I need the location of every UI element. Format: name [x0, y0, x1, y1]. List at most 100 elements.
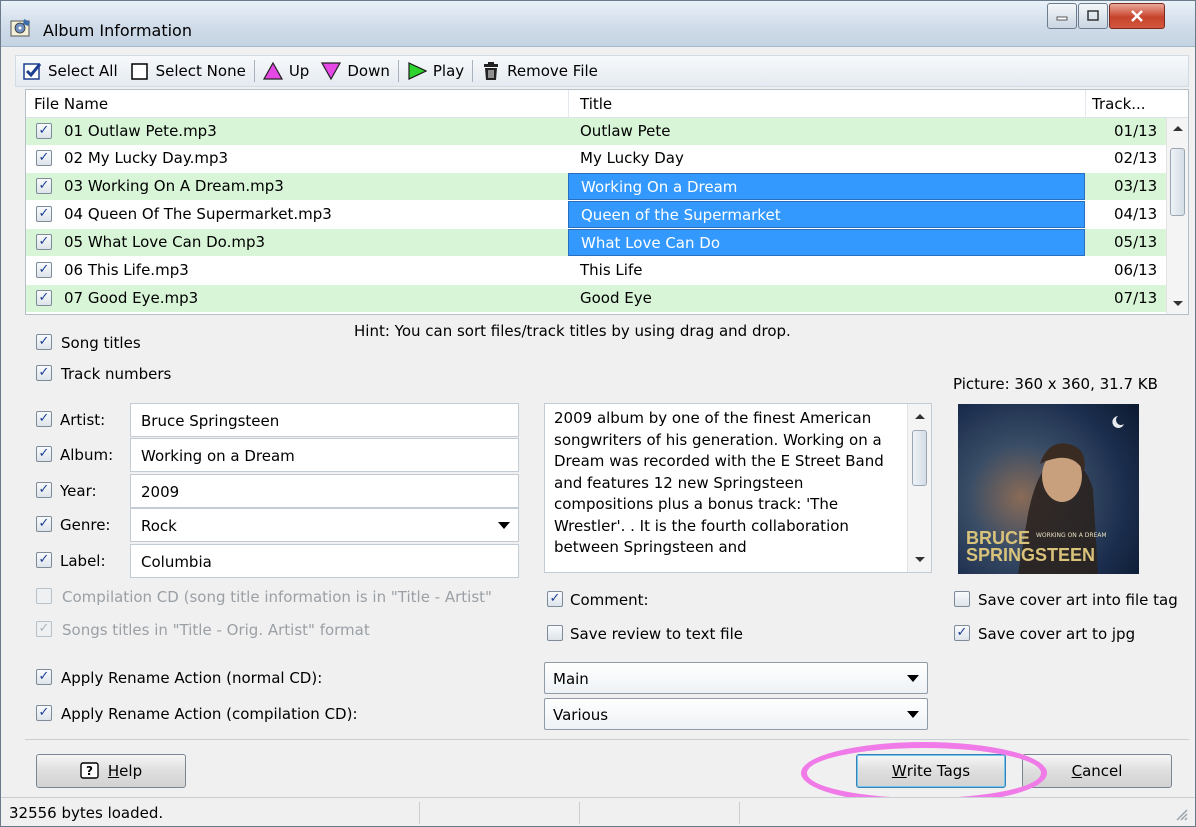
comment-label[interactable]: Comment: — [570, 591, 649, 609]
scroll-up-arrow-icon[interactable] — [1172, 124, 1184, 132]
down-button[interactable]: Down — [315, 56, 396, 86]
artist-checkbox[interactable]: ✓ — [36, 411, 52, 427]
title-cell[interactable]: Outlaw Pete — [580, 122, 670, 140]
scroll-down-arrow-icon[interactable] — [914, 556, 926, 564]
selected-title-cell[interactable]: What Love Can Do — [568, 229, 1085, 256]
rename-compilation-dropdown[interactable]: Various — [544, 698, 928, 730]
track-cell[interactable]: 02/13 — [1114, 149, 1157, 167]
close-button[interactable] — [1109, 3, 1165, 29]
label-field[interactable]: Columbia — [130, 544, 519, 578]
artist-field[interactable]: Bruce Springsteen — [130, 403, 519, 437]
row-checkbox[interactable]: ✓ — [36, 150, 52, 166]
title-cell[interactable]: My Lucky Day — [580, 149, 684, 167]
column-header-track[interactable]: Track... — [1092, 95, 1146, 113]
select-all-button[interactable]: Select All — [16, 56, 124, 86]
column-divider[interactable] — [1085, 90, 1086, 118]
status-pane-divider — [419, 802, 420, 824]
write-tags-button[interactable]: Write Tags — [856, 754, 1006, 788]
list-item[interactable]: ✓ 04 Queen Of The Supermarket.mp3 Queen … — [26, 201, 1168, 228]
year-field[interactable]: 2009 — [130, 474, 519, 508]
save-cover-tags-checkbox[interactable] — [954, 591, 970, 607]
save-cover-tags-label[interactable]: Save cover art into file tag — [978, 591, 1178, 609]
rename-compilation-value: Various — [553, 706, 609, 724]
title-bar[interactable]: Album Information — [1, 1, 1195, 47]
list-item[interactable]: ✓ 07 Good Eye.mp3 Good Eye 07/13 — [26, 285, 1168, 312]
track-cell[interactable]: 06/13 — [1114, 261, 1157, 279]
selected-title-cell[interactable]: Working On a Dream — [568, 173, 1085, 200]
rename-normal-checkbox[interactable]: ✓ — [36, 669, 52, 685]
list-item[interactable]: ✓ 06 This Life.mp3 This Life 06/13 — [26, 257, 1168, 284]
save-review-label[interactable]: Save review to text file — [570, 625, 743, 643]
row-checkbox[interactable]: ✓ — [36, 262, 52, 278]
scroll-up-arrow-icon[interactable] — [914, 412, 926, 420]
save-cover-jpg-label[interactable]: Save cover art to jpg — [978, 625, 1135, 643]
file-list-scrollbar[interactable] — [1166, 118, 1188, 314]
title-cell[interactable]: Good Eye — [580, 289, 652, 307]
column-divider[interactable] — [568, 90, 569, 118]
toolbar: Select All Select None Up Down Play Remo… — [15, 55, 1189, 87]
list-item[interactable]: ✓ 03 Working On A Dream.mp3 Working On a… — [26, 173, 1168, 200]
compilation-cd-checkbox[interactable] — [36, 588, 52, 604]
list-item[interactable]: ✓ 01 Outlaw Pete.mp3 Outlaw Pete 01/13 — [26, 118, 1168, 145]
save-review-checkbox[interactable] — [547, 625, 563, 641]
row-checkbox[interactable]: ✓ — [36, 290, 52, 306]
rename-normal-label[interactable]: Apply Rename Action (normal CD): — [61, 669, 322, 687]
list-item[interactable]: ✓ 02 My Lucky Day.mp3 My Lucky Day 02/13 — [26, 145, 1168, 172]
scrollbar-thumb[interactable] — [1170, 148, 1185, 216]
comment-scrollbar[interactable] — [907, 404, 931, 572]
album-checkbox[interactable]: ✓ — [36, 446, 52, 462]
rename-compilation-label[interactable]: Apply Rename Action (compilation CD): — [61, 705, 358, 723]
album-app-icon — [10, 19, 30, 37]
rename-normal-dropdown[interactable]: Main — [544, 662, 928, 694]
comment-checkbox[interactable]: ✓ — [547, 591, 563, 607]
song-titles-label[interactable]: Song titles — [61, 334, 141, 352]
scrollbar-thumb[interactable] — [912, 430, 927, 486]
row-checkbox[interactable]: ✓ — [36, 234, 52, 250]
column-header-title[interactable]: Title — [580, 95, 612, 113]
comment-textarea[interactable]: 2009 album by one of the finest American… — [544, 403, 932, 573]
year-checkbox[interactable]: ✓ — [36, 482, 52, 498]
selected-title-cell[interactable]: Queen of the Supermarket — [568, 201, 1085, 228]
track-numbers-checkbox[interactable]: ✓ — [36, 365, 52, 381]
album-field[interactable]: Working on a Dream — [130, 438, 519, 472]
songs-titles-format-checkbox[interactable]: ✓ — [36, 621, 52, 637]
chevron-down-icon — [498, 522, 510, 529]
genre-checkbox[interactable]: ✓ — [36, 516, 52, 532]
track-cell[interactable]: 07/13 — [1114, 289, 1157, 307]
title-cell[interactable]: This Life — [580, 261, 642, 279]
songs-titles-format-label[interactable]: Songs titles in "Title - Orig. Artist" f… — [62, 621, 370, 639]
track-cell[interactable]: 03/13 — [1114, 177, 1157, 195]
save-cover-jpg-checkbox[interactable]: ✓ — [954, 625, 970, 641]
scroll-down-arrow-icon[interactable] — [1172, 300, 1184, 308]
rename-compilation-checkbox[interactable]: ✓ — [36, 705, 52, 721]
minimize-button[interactable] — [1047, 3, 1077, 29]
track-cell[interactable]: 04/13 — [1114, 205, 1157, 223]
toolbar-separator — [397, 60, 399, 82]
list-item[interactable]: ✓ 05 What Love Can Do.mp3 What Love Can … — [26, 229, 1168, 256]
toolbar-separator — [253, 60, 255, 82]
up-button[interactable]: Up — [257, 56, 316, 86]
resize-grip-icon[interactable] — [1175, 808, 1189, 822]
file-list[interactable]: File Name Title Track... ✓ 01 Outlaw Pet… — [25, 89, 1189, 315]
row-checkbox[interactable]: ✓ — [36, 178, 52, 194]
label-checkbox[interactable]: ✓ — [36, 552, 52, 568]
remove-file-button[interactable]: Remove File — [475, 56, 604, 86]
select-none-label: Select None — [155, 62, 246, 80]
artist-label: Artist: — [60, 411, 106, 429]
track-numbers-label[interactable]: Track numbers — [61, 365, 171, 383]
genre-dropdown[interactable]: Rock — [130, 508, 519, 542]
cancel-button[interactable]: Cancel — [1022, 754, 1172, 788]
row-checkbox[interactable]: ✓ — [36, 123, 52, 139]
title-cell: What Love Can Do — [581, 234, 720, 252]
help-button[interactable]: ? Help — [36, 754, 186, 788]
compilation-cd-label[interactable]: Compilation CD (song title information i… — [62, 588, 492, 606]
play-button[interactable]: Play — [401, 56, 470, 86]
track-cell[interactable]: 01/13 — [1114, 122, 1157, 140]
maximize-button[interactable] — [1078, 3, 1108, 29]
song-titles-checkbox[interactable]: ✓ — [36, 334, 52, 350]
select-none-button[interactable]: Select None — [124, 56, 252, 86]
column-header-file-name[interactable]: File Name — [34, 95, 108, 113]
row-checkbox[interactable]: ✓ — [36, 206, 52, 222]
play-label: Play — [432, 62, 465, 80]
track-cell[interactable]: 05/13 — [1114, 233, 1157, 251]
